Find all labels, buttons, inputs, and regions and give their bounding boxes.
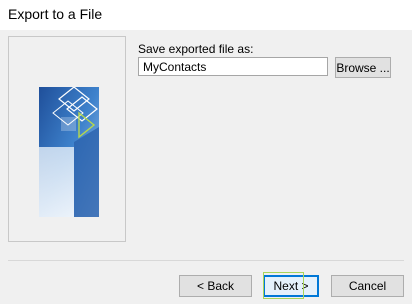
file-name-input[interactable] — [138, 57, 328, 76]
export-dialog: Export to a File Save exported file as: … — [0, 0, 412, 304]
back-button[interactable]: < Back — [179, 275, 252, 297]
dialog-title: Export to a File — [8, 6, 103, 22]
wizard-graphic-icon — [39, 87, 99, 217]
next-button[interactable]: Next > — [263, 275, 319, 297]
side-panel — [8, 36, 126, 242]
title-bar: Export to a File — [0, 0, 412, 30]
browse-button[interactable]: Browse ... — [335, 57, 391, 78]
cancel-button[interactable]: Cancel — [331, 275, 404, 297]
save-exported-label: Save exported file as: — [138, 42, 254, 56]
divider — [8, 260, 404, 261]
